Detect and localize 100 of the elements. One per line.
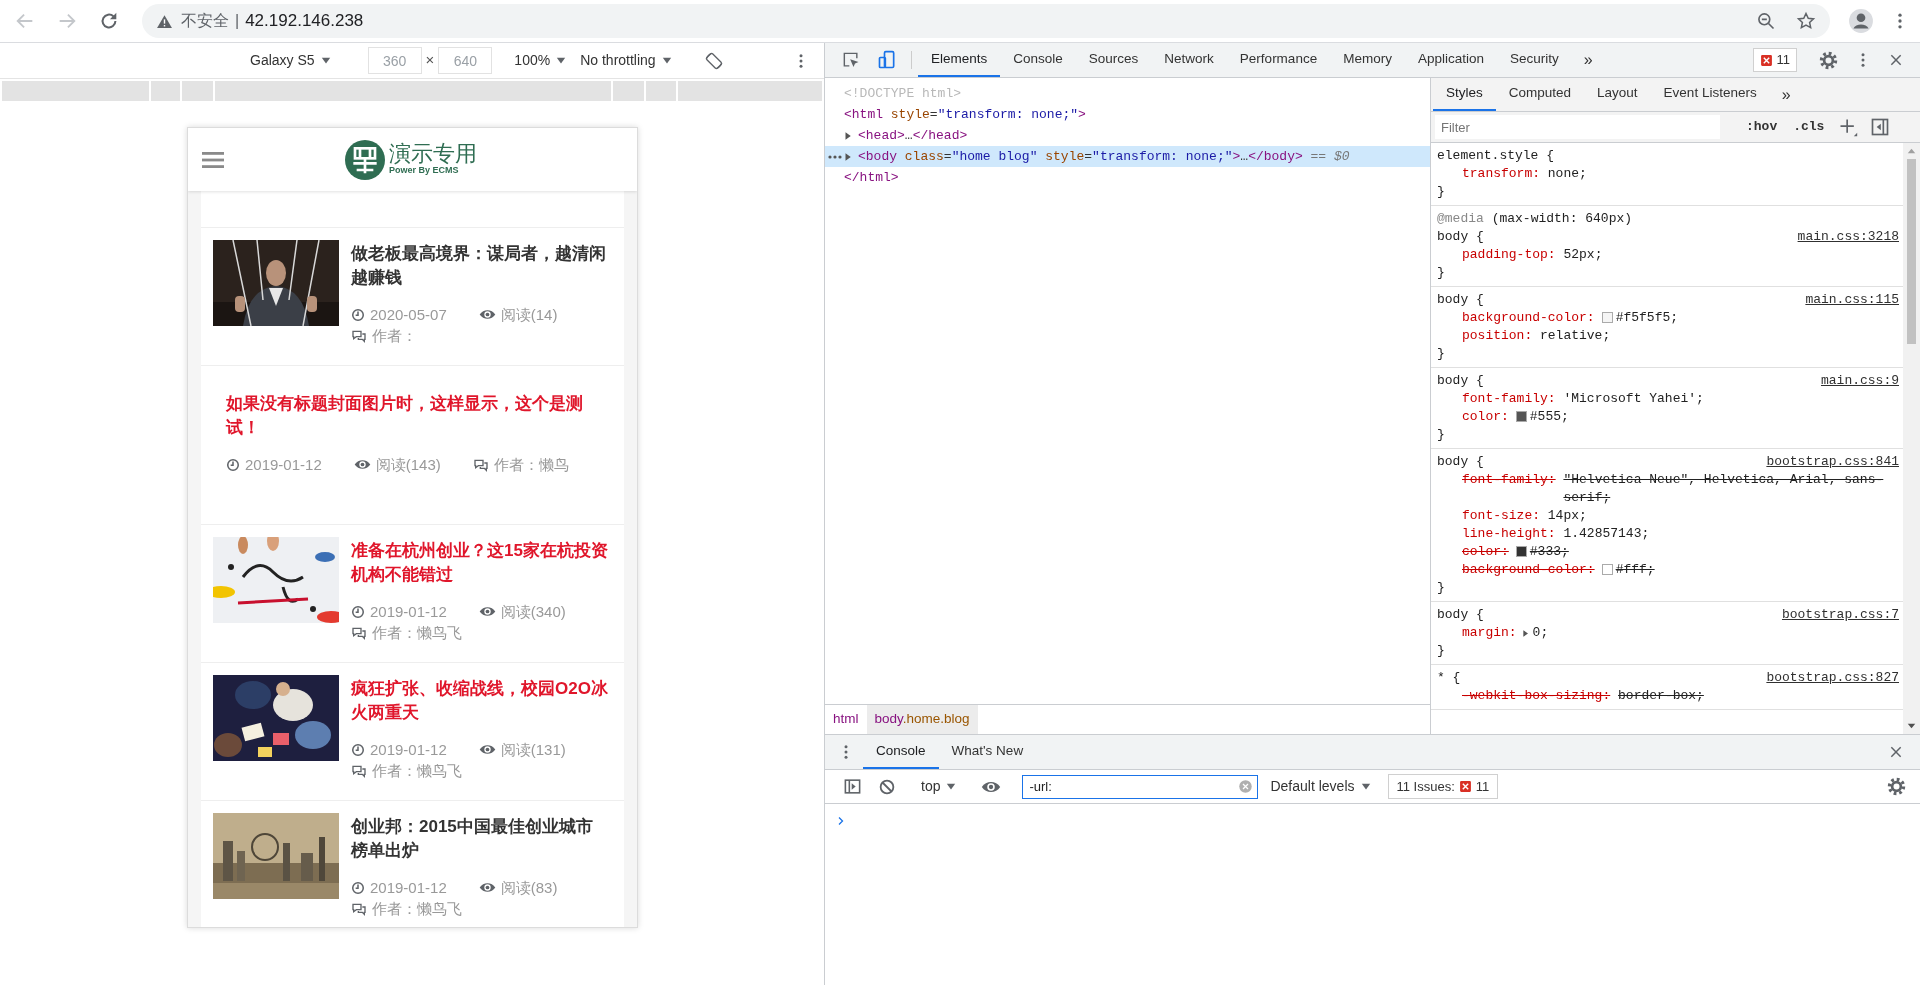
property-name: line-height:: [1462, 525, 1556, 543]
property-name: background-color:: [1462, 309, 1595, 327]
property-value: #fff;: [1615, 561, 1656, 579]
styles-tab[interactable]: Computed: [1495, 78, 1585, 111]
styles-tab[interactable]: Event Listeners: [1650, 78, 1770, 111]
author-text: 作者：懒鸟飞: [372, 899, 462, 919]
source-link[interactable]: main.css:9: [1821, 372, 1899, 390]
devtools-tab[interactable]: Network: [1151, 43, 1227, 77]
settings-icon[interactable]: [1819, 50, 1838, 70]
color-swatch[interactable]: [1601, 564, 1613, 575]
clock-icon: [226, 457, 240, 472]
devtools-tab[interactable]: Memory: [1330, 43, 1405, 77]
devtools-tab[interactable]: Application: [1404, 43, 1497, 77]
scrollbar-thumb[interactable]: [1907, 159, 1916, 344]
author-text: 作者：: [372, 326, 417, 346]
css-selector: body {: [1437, 372, 1484, 390]
throttling-select[interactable]: No throttling: [576, 48, 676, 73]
property-name: padding-top:: [1462, 246, 1556, 264]
device-select[interactable]: Galaxy S5: [246, 48, 335, 73]
breadcrumb[interactable]: body.home.blog: [866, 705, 978, 734]
expand-arrow-icon[interactable]: [844, 151, 853, 162]
error-count-button[interactable]: 11: [1752, 48, 1797, 72]
filter-field[interactable]: Filter: [1435, 115, 1720, 139]
profile-icon[interactable]: [1848, 8, 1874, 34]
property-value: #555;: [1529, 408, 1570, 426]
property-value: 52px;: [1563, 246, 1604, 264]
clear-field-icon[interactable]: [1238, 779, 1254, 794]
dom-node-line[interactable]: </html>: [844, 167, 899, 188]
property-name: -webkit-box-sizing:: [1462, 687, 1611, 705]
devtools-tab[interactable]: Console: [1000, 43, 1076, 77]
article-title[interactable]: 准备在杭州创业？这15家在杭投资机构不能错过: [351, 539, 608, 587]
css-selector: element.style {: [1437, 147, 1555, 165]
drawer-tab[interactable]: What's New: [938, 735, 1037, 769]
date-text: 2019-01-12: [370, 740, 447, 760]
date-text: 2019-01-12: [370, 602, 447, 622]
color-swatch[interactable]: [1515, 411, 1527, 422]
article-title[interactable]: 如果没有标题封面图片时，这样显示，这个是测试！: [226, 392, 608, 440]
zoom-out-icon[interactable]: [1756, 11, 1776, 31]
property-name: background-color:: [1462, 561, 1595, 579]
source-link[interactable]: bootstrap.css:841: [1766, 453, 1899, 471]
expand-arrow-icon[interactable]: [1521, 629, 1530, 638]
article-title[interactable]: 做老板最高境界：谋局者，越清闲越赚钱: [351, 242, 608, 290]
levels-select[interactable]: Default levels: [1266, 774, 1375, 799]
sidebar-toggle-icon[interactable]: [1870, 117, 1891, 137]
devtools-tab[interactable]: Security: [1496, 43, 1572, 77]
color-swatch[interactable]: [1601, 312, 1613, 323]
more-tabs-button[interactable]: »: [1571, 43, 1605, 77]
clock-icon: [351, 742, 365, 757]
logo-icon[interactable]: [345, 139, 385, 180]
property-value: #333;: [1529, 543, 1570, 561]
zoom-select[interactable]: 100%: [510, 48, 571, 73]
inspect-icon[interactable]: [841, 50, 861, 70]
source-link[interactable]: main.css:3218: [1797, 228, 1899, 246]
warning-icon: [156, 12, 173, 30]
article-title[interactable]: 创业邦：2015中国最佳创业城市榜单出炉: [351, 815, 608, 863]
error-icon: [1759, 53, 1773, 67]
dom-node-line[interactable]: <head>…</head>: [858, 125, 968, 146]
scrollbar[interactable]: [1903, 143, 1920, 734]
drawer-tab[interactable]: Console: [863, 735, 939, 769]
close-icon[interactable]: [1888, 744, 1904, 760]
clock-icon: [351, 307, 365, 322]
devtools-tab[interactable]: Performance: [1226, 43, 1331, 77]
color-swatch[interactable]: [1515, 546, 1527, 557]
date-text: 2019-01-12: [245, 455, 322, 475]
author-text: 作者：懒鸟: [493, 455, 569, 475]
dom-node-line[interactable]: <html style="transform: none;">: [844, 104, 1086, 125]
devtools-tab[interactable]: Sources: [1075, 43, 1152, 77]
cls-button[interactable]: .cls: [1791, 117, 1827, 137]
console-filter-field[interactable]: -url:: [1022, 774, 1259, 799]
settings-icon[interactable]: [1887, 777, 1906, 796]
media-keyword: @media: [1437, 211, 1484, 226]
sidebar-icon[interactable]: [843, 777, 862, 796]
source-link[interactable]: main.css:115: [1805, 291, 1899, 309]
media-query: (max-width: 640px): [1491, 211, 1633, 226]
property-name: font-family:: [1462, 471, 1556, 489]
expand-arrow-icon[interactable]: [844, 130, 853, 141]
close-icon[interactable]: [1888, 52, 1904, 68]
clear-icon[interactable]: [878, 777, 896, 796]
property-name: transform:: [1462, 165, 1540, 183]
context-select[interactable]: top: [917, 774, 961, 799]
devtools-tab[interactable]: Elements: [918, 43, 1001, 77]
plus-icon[interactable]: [1838, 117, 1859, 137]
star-icon[interactable]: [1796, 11, 1816, 31]
views-text: 阅读(83): [500, 878, 558, 898]
site-title[interactable]: 演示专用: [389, 143, 477, 166]
article-title[interactable]: 疯狂扩张、收缩战线，校园O2O冰火两重天: [351, 677, 608, 725]
closing-brace: }: [1437, 642, 1446, 660]
styles-tab[interactable]: Layout: [1584, 78, 1651, 111]
source-link[interactable]: bootstrap.css:827: [1766, 669, 1899, 687]
issues-button[interactable]: 11 Issues: 11: [1387, 773, 1499, 800]
views-text: 阅读(131): [500, 740, 566, 760]
breadcrumb[interactable]: html: [825, 705, 867, 734]
views-text: 阅读(143): [375, 455, 441, 475]
device-icon[interactable]: [877, 50, 897, 70]
address-bar[interactable]: 不安全 | 42.192.146.238: [142, 4, 1830, 38]
more-tabs-button[interactable]: »: [1769, 78, 1803, 111]
source-link[interactable]: bootstrap.css:7: [1781, 606, 1899, 624]
scroll-down-icon[interactable]: [1907, 722, 1916, 730]
hov-button[interactable]: :hov: [1744, 117, 1780, 137]
rotate-icon[interactable]: [703, 50, 724, 71]
